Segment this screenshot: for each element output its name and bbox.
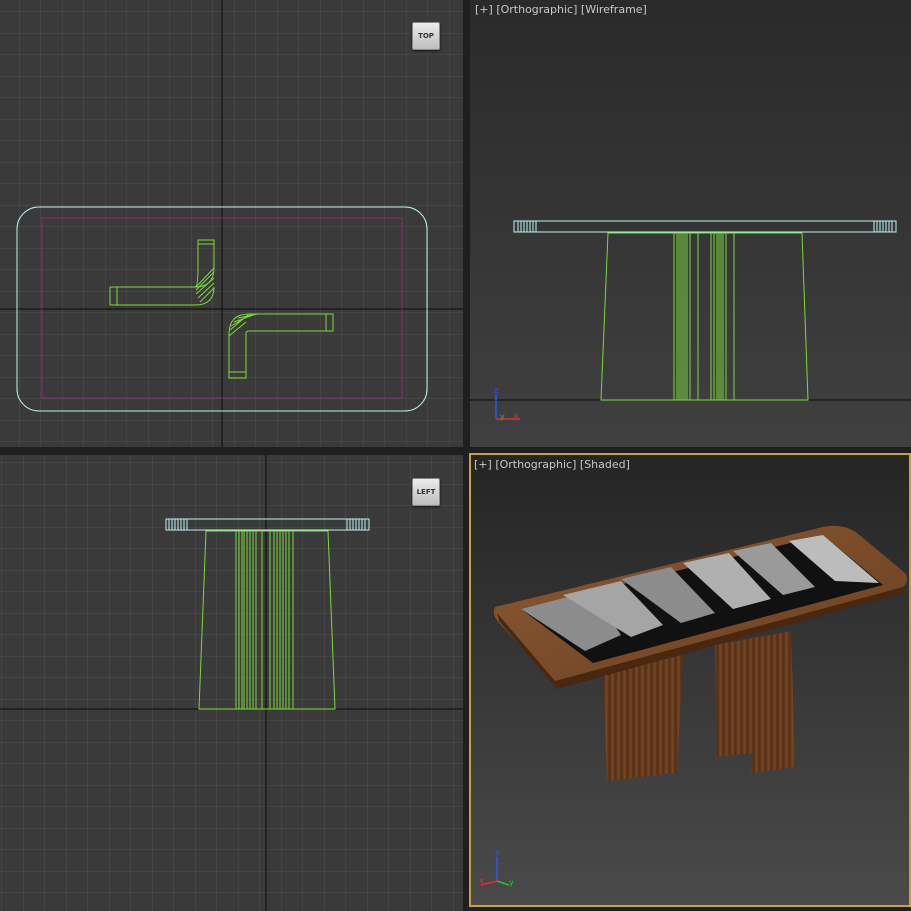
viewport-perspective[interactable]: z x y [+] [Orthographic] [Shaded] — [469, 453, 911, 907]
axis-label-z: z — [494, 386, 498, 395]
viewport-view-menu[interactable]: [Orthographic] — [496, 3, 577, 16]
viewcube-icon[interactable]: TOP — [412, 22, 440, 50]
left-view-canvas — [0, 455, 463, 911]
axis-tripod-icon: z y x — [494, 386, 520, 421]
viewport-menu-plus[interactable]: [+] — [475, 3, 493, 16]
axis-label-x: x — [514, 411, 519, 420]
viewport-label: [+] [Orthographic] [Wireframe] — [475, 3, 647, 16]
tabletop-wire — [513, 220, 897, 233]
viewport-view-menu[interactable]: [Orthographic] — [495, 458, 576, 471]
viewport-front[interactable]: z y x [+] [Orthographic] [Wireframe] — [470, 0, 911, 447]
axis-label-y: y — [509, 878, 514, 887]
axis-label-z: z — [495, 848, 499, 857]
viewport-label: [+] [Orthographic] [Shaded] — [474, 458, 630, 471]
legs-wire — [600, 232, 809, 401]
top-view-canvas — [0, 0, 463, 447]
axis-tripod-icon: z x y — [479, 848, 514, 887]
tabletop-shaded — [493, 525, 908, 689]
viewcube-icon[interactable]: LEFT — [412, 478, 440, 506]
viewport-left[interactable]: LEFT — [0, 455, 463, 911]
axis-label-x: x — [479, 876, 484, 885]
viewport-shading-menu[interactable]: [Shaded] — [580, 458, 630, 471]
viewport-menu-plus[interactable]: [+] — [474, 458, 492, 471]
shaded-view-canvas: z x y — [479, 525, 908, 887]
viewport-top[interactable]: TOP — [0, 0, 463, 447]
axis-label-y: y — [500, 412, 505, 421]
front-view-canvas: z y x — [470, 220, 911, 421]
viewport-shading-menu[interactable]: [Wireframe] — [581, 3, 647, 16]
